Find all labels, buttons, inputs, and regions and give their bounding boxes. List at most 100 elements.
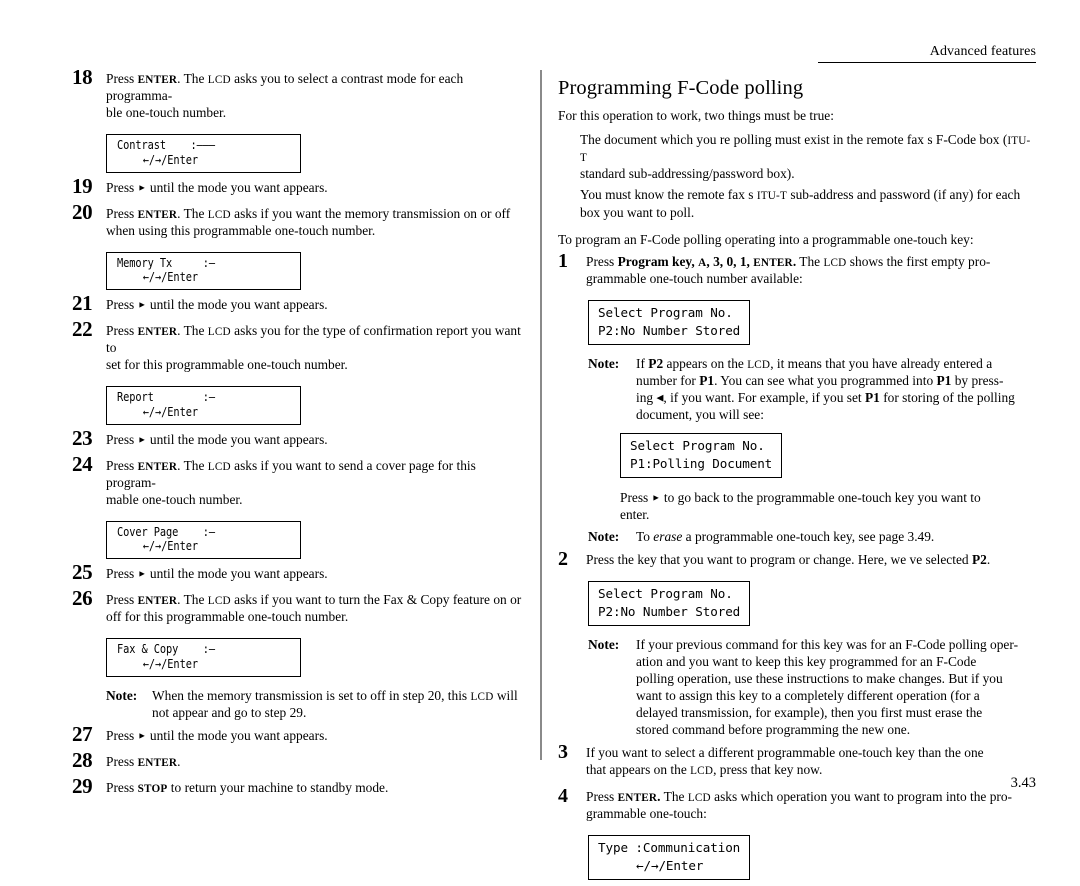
term-lcd: lcd <box>207 326 231 339</box>
lcd-wrap-24: Cover Page :— ←/→/Enter <box>106 517 524 565</box>
lcd-wrap-20: Memory Tx :— ←/→/Enter <box>106 248 524 296</box>
step-text: Press Enter. The lcd asks you to select … <box>106 71 464 121</box>
term-lcd: lcd <box>823 256 847 269</box>
step-1: 1 Press Program key, a, 3, 0, 1, Enter. … <box>558 251 1036 287</box>
lcd-display-report: Report :— ←/→/Enter <box>106 386 301 425</box>
step-number: 29 <box>72 774 93 798</box>
step-number: 18 <box>72 65 93 89</box>
step-number: 27 <box>72 721 93 746</box>
column-divider <box>540 70 542 760</box>
right-arrow-icon: ► <box>651 492 661 503</box>
lcd-line-2: ←/→/Enter <box>142 539 198 554</box>
step-text: Press Program key, a, 3, 0, 1, Enter. Th… <box>586 253 991 286</box>
lcd-line-1: Type :Communication <box>598 839 741 855</box>
lcd-line-1: Contrast :——— <box>117 138 216 153</box>
note-step-26: Note: When the memory transmission is se… <box>106 687 524 721</box>
lcd-display-select-program-p2: Select Program No. P2:No Number Stored <box>588 299 751 345</box>
term-lcd: lcd <box>207 460 231 473</box>
term-lcd: lcd <box>687 791 711 804</box>
step-number: 23 <box>72 425 93 450</box>
term-lcd: lcd <box>690 765 714 778</box>
lead-paragraph: To program an F-Code polling operating i… <box>558 231 974 247</box>
step-3: 3 If you want to select a different prog… <box>558 741 1036 778</box>
step-18: 18 Press Enter. The lcd asks you to sele… <box>72 65 524 121</box>
step-number: 3 <box>558 741 568 764</box>
note-step-2: Note: If your previous command for this … <box>588 636 1036 738</box>
step-2: 2 Press the key that you want to program… <box>558 548 1036 571</box>
right-arrow-icon: ► <box>137 568 147 579</box>
term-lcd: lcd <box>470 690 494 703</box>
step-4: 4 Press Enter. The lcd asks which operat… <box>558 786 1036 822</box>
lcd-line-1: Select Program No. <box>630 438 765 454</box>
condition-2: You must know the remote fax s itu-t sub… <box>580 187 1021 220</box>
lcd-line-2: ←/→/Enter <box>142 404 198 419</box>
left-column: 18 Press Enter. The lcd asks you to sele… <box>72 65 524 805</box>
note-label: Note: <box>588 529 620 545</box>
lcd-line-2: ←/→/Enter <box>142 656 198 671</box>
step-number: 2 <box>558 548 568 571</box>
key-enter: Enter <box>137 74 178 86</box>
term-lcd: lcd <box>747 358 771 371</box>
step-number: 20 <box>72 199 93 224</box>
key-sequence: , 3, 0, 1, <box>706 253 750 269</box>
key-enter: Enter <box>137 595 178 608</box>
step-text: Press Enter. <box>106 753 181 769</box>
term-lcd: lcd <box>207 74 231 86</box>
lcd-display-cover-page: Cover Page :— ←/→/Enter <box>106 520 301 560</box>
key-enter: Enter <box>137 208 178 221</box>
condition-1: The document which you re polling must e… <box>580 132 1031 182</box>
lcd-line-1: Cover Page :— <box>117 524 216 539</box>
lcd-line-2: P1:Polling Document <box>630 456 773 472</box>
key-program: Program key, <box>617 253 695 269</box>
section-heading: Programming F-Code polling <box>558 77 804 99</box>
lcd-line-2: ←/→/Enter <box>142 152 198 167</box>
key-enter: Enter <box>617 791 658 804</box>
step-number: 19 <box>72 173 93 198</box>
step-24: 24 Press Enter. The lcd asks if you want… <box>72 453 524 508</box>
left-arrow-icon: ◀ <box>656 392 664 403</box>
term-lcd: lcd <box>207 208 231 221</box>
step-26: 26 Press Enter. The lcd asks if you want… <box>72 586 524 625</box>
term-itu-t: itu-t <box>756 190 788 203</box>
note-text: If P2 appears on the lcd, it means that … <box>636 355 1015 423</box>
step-text: Press ► until the mode you want appears. <box>106 179 328 195</box>
lcd-display-contrast: Contrast :——— ←/→/Enter <box>106 134 301 173</box>
lcd-wrap-step-2: Select Program No. P2:No Number Stored <box>588 577 1036 632</box>
step-19: 19 Press ► until the mode you want appea… <box>72 173 524 198</box>
lcd-wrap-step-1: Select Program No. P2:No Number Stored <box>588 296 1036 351</box>
lcd-display-fax-copy: Fax & Copy :— ←/→/Enter <box>106 638 301 677</box>
note-text: When the memory transmission is set to o… <box>152 687 518 720</box>
term-lcd: lcd <box>207 595 231 608</box>
step-text: Press Enter. The lcd asks which operatio… <box>586 788 1013 821</box>
step-text: Press ► until the mode you want appears. <box>106 297 328 312</box>
step-22: 22 Press Enter. The lcd asks you for the… <box>72 319 524 373</box>
note-label: Note: <box>588 637 620 653</box>
lcd-line-1: Select Program No. <box>598 586 733 602</box>
step-20: 20 Press Enter. The lcd asks if you want… <box>72 199 524 239</box>
step-23: 23 Press ► until the mode you want appea… <box>72 425 524 450</box>
lcd-line-1: Select Program No. <box>598 304 733 320</box>
step-number: 28 <box>72 747 93 772</box>
step-text: If you want to select a different progra… <box>586 745 984 778</box>
intro-paragraph: For this operation to work, two things m… <box>558 108 834 123</box>
step-27: 27 Press ► until the mode you want appea… <box>72 721 524 746</box>
step-text: Press Enter. The lcd asks if you want to… <box>106 592 522 625</box>
right-column: Advanced features Programming F-Code pol… <box>558 44 1036 886</box>
lcd-display-memory-tx: Memory Tx :— ←/→/Enter <box>106 251 301 290</box>
lcd-display-type-communication: Type :Communication ←/→/Enter <box>588 834 751 880</box>
right-arrow-icon: ► <box>137 182 147 192</box>
note-label: Note: <box>106 687 138 703</box>
step-number: 21 <box>72 291 93 315</box>
term-itu-t: itu-t <box>580 135 1031 165</box>
step-number: 26 <box>72 586 93 611</box>
lcd-wrap-note-1: Select Program No. P1:Polling Document <box>620 429 1036 484</box>
lcd-line-1: Report :— <box>117 390 216 405</box>
step-text: Press ► until the mode you want appears. <box>106 431 328 447</box>
key-enter: Enter <box>137 326 178 339</box>
lcd-line-1: Fax & Copy :— <box>117 642 216 657</box>
note-label: Note: <box>588 355 620 371</box>
lcd-display-select-program-p2-b: Select Program No. P2:No Number Stored <box>588 581 751 627</box>
lcd-line-2: P2:No Number Stored <box>598 322 741 338</box>
lcd-wrap-26: Fax & Copy :— ←/→/Enter <box>106 634 524 682</box>
note-text: To erase a programmable one-touch key, s… <box>636 529 935 545</box>
